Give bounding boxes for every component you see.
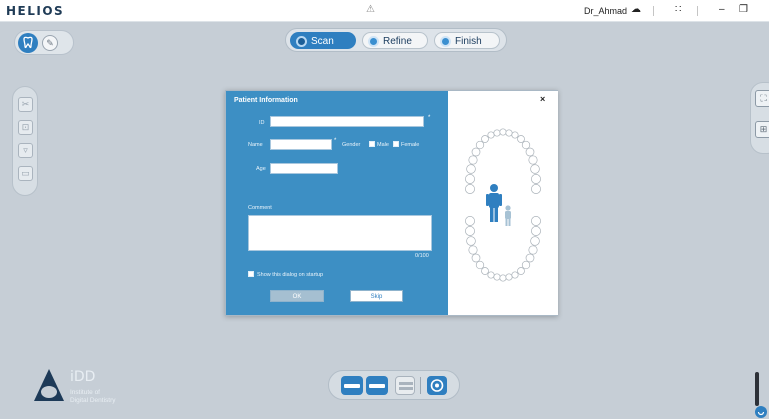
separator	[697, 6, 698, 16]
comment-char-count: 0/100	[415, 253, 429, 259]
brand-subtitle: Institute of Digital Dentistry	[70, 389, 116, 405]
step-scan-label: Scan	[311, 36, 334, 47]
mode-switch: ✎	[14, 30, 74, 55]
patient-information-dialog: Patient Information ID * Name * Gender M…	[225, 90, 558, 316]
brand-name: iDD	[70, 369, 96, 385]
title-bar: HELIOS ⚠ Dr_Ahmad ☁ ∷ – ❐	[0, 0, 769, 22]
step-scan-dot-icon	[296, 36, 307, 47]
age-label: Age	[256, 166, 266, 172]
dialog-illustration-panel	[448, 91, 558, 315]
dental-arch-illustration	[465, 128, 541, 282]
name-field[interactable]	[270, 139, 332, 150]
step-refine-dot-icon	[368, 36, 379, 47]
app-logo: HELIOS	[6, 4, 65, 18]
delete-icon[interactable]: ▭	[18, 166, 33, 181]
skip-button[interactable]: Skip	[350, 290, 403, 302]
female-checkbox[interactable]	[393, 141, 399, 147]
apps-grid-icon[interactable]: ∷	[675, 4, 681, 15]
dialog-title: Patient Information	[234, 97, 298, 104]
id-label: ID	[259, 120, 265, 126]
close-icon[interactable]: ×	[540, 94, 545, 104]
scan-upper-icon[interactable]	[341, 376, 363, 395]
cloud-icon[interactable]: ☁	[631, 4, 641, 15]
bottom-toolbar	[328, 370, 460, 400]
name-required-mark: *	[334, 138, 337, 144]
fit-view-icon[interactable]: ⛶	[755, 90, 769, 107]
separator	[420, 377, 421, 394]
id-required-mark: *	[428, 115, 431, 121]
name-label: Name	[248, 142, 263, 148]
ok-button[interactable]: OK	[270, 290, 324, 302]
female-label: Female	[401, 142, 420, 148]
zoom-view-icon[interactable]: ⊞	[755, 121, 769, 138]
trim-icon[interactable]: ✂	[18, 97, 33, 112]
tooth-outline-icon[interactable]: ▿	[18, 143, 33, 158]
gender-label: Gender	[342, 142, 361, 148]
pen-icon[interactable]: ✎	[42, 35, 58, 51]
show-on-startup-checkbox[interactable]	[248, 271, 254, 277]
brand-subtitle-line2: Digital Dentistry	[70, 397, 116, 404]
minimize-icon[interactable]: –	[719, 4, 725, 15]
age-field[interactable]	[270, 163, 338, 174]
male-label: Male	[377, 142, 389, 148]
scan-lower-icon[interactable]	[366, 376, 388, 395]
warning-icon[interactable]: ⚠	[366, 4, 375, 15]
scanner-wand-icon[interactable]	[748, 372, 768, 419]
step-finish-dot-icon	[440, 36, 451, 47]
idd-logo-icon	[32, 367, 66, 410]
show-on-startup-label: Show this dialog on startup	[257, 272, 324, 278]
id-field[interactable]	[270, 116, 424, 127]
brand-subtitle-line1: Institute of	[70, 389, 100, 396]
restore-icon[interactable]: ❐	[739, 4, 748, 15]
left-toolbar: ✂ ⊡ ▿ ▭	[12, 86, 38, 196]
right-toolbar: ⛶ ⊞	[750, 82, 769, 154]
user-name[interactable]: Dr_Ahmad	[584, 6, 627, 16]
lock-icon[interactable]: ⊡	[18, 120, 33, 135]
workflow-stepper: Scan Refine Finish	[285, 28, 507, 52]
settings-icon[interactable]	[427, 376, 447, 395]
step-refine-label: Refine	[383, 36, 412, 47]
dialog-form-panel: Patient Information ID * Name * Gender M…	[226, 91, 448, 315]
step-finish-label: Finish	[455, 36, 482, 47]
tooth-icon[interactable]	[18, 33, 38, 53]
comment-label: Comment	[248, 205, 272, 211]
separator	[653, 6, 654, 16]
bite-scan-icon[interactable]	[395, 376, 415, 395]
step-refine[interactable]: Refine	[362, 32, 428, 49]
step-scan[interactable]: Scan	[290, 32, 356, 49]
step-finish[interactable]: Finish	[434, 32, 500, 49]
male-checkbox[interactable]	[369, 141, 375, 147]
comment-field[interactable]	[248, 215, 432, 251]
